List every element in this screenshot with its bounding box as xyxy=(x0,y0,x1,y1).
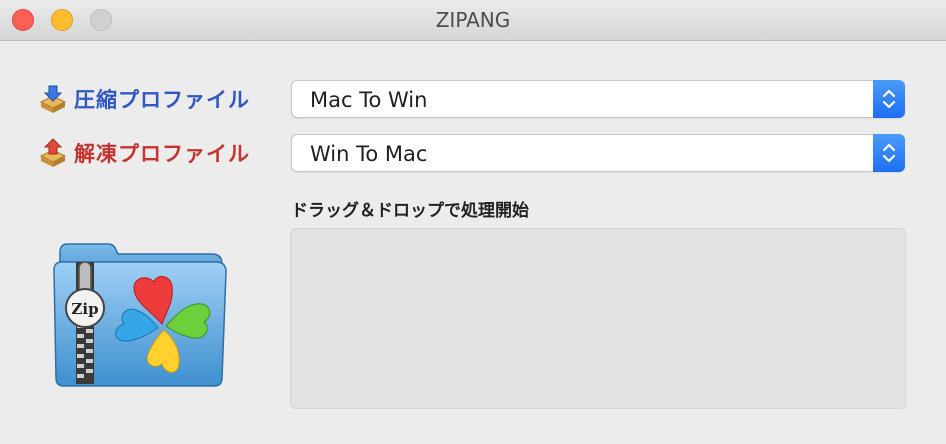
extract-profile-row-label: 解凍プロファイル xyxy=(38,135,250,171)
app-window: ZIPANG 圧縮プロファイル Mac To Win 解凍プロファイル Win … xyxy=(0,0,946,444)
extract-profile-value: Win To Mac xyxy=(310,142,428,166)
zip-badge: Zip xyxy=(71,300,98,318)
dropzone-area[interactable] xyxy=(290,228,906,409)
compress-profile-select[interactable]: Mac To Win xyxy=(291,80,905,118)
zipang-app-icon: Zip xyxy=(53,243,227,387)
dropzone-label: ドラッグ＆ドロップで処理開始 xyxy=(291,201,529,221)
compress-stepper[interactable] xyxy=(873,80,905,118)
extract-profile-select[interactable]: Win To Mac xyxy=(291,134,905,172)
compress-profile-label: 圧縮プロファイル xyxy=(74,88,250,112)
compress-profile-row-label: 圧縮プロファイル xyxy=(38,81,250,117)
window-title: ZIPANG xyxy=(435,8,511,32)
compress-profile-value: Mac To Win xyxy=(310,88,428,112)
chevron-updown-icon xyxy=(882,89,896,109)
extract-icon xyxy=(39,138,67,167)
extract-profile-label: 解凍プロファイル xyxy=(74,142,250,166)
compress-icon xyxy=(39,85,67,113)
chevron-updown-icon xyxy=(882,143,896,163)
title-bar: ZIPANG xyxy=(0,0,946,41)
extract-stepper[interactable] xyxy=(873,134,905,172)
